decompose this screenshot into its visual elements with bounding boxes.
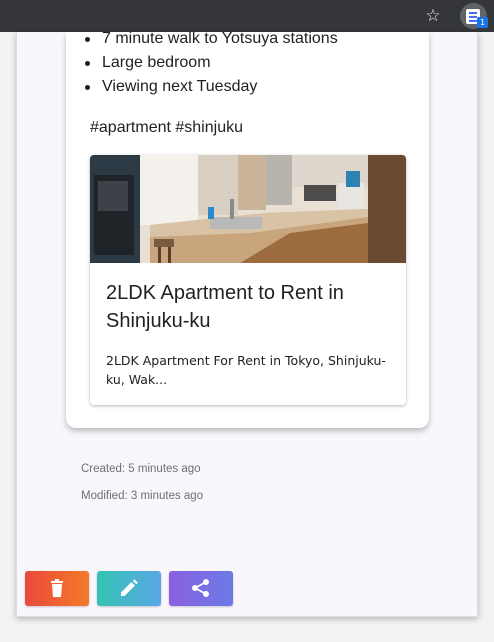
edit-button[interactable]	[97, 571, 161, 606]
list-item: Large bedroom	[85, 51, 338, 75]
extension-popup: 7 minute walk to Yotsuya stations Large …	[16, 32, 478, 617]
modified-timestamp: Modified: 3 minutes ago	[81, 490, 204, 502]
created-timestamp: Created: 5 minutes ago	[81, 463, 201, 475]
link-preview-description: 2LDK Apartment For Rent in Tokyo, Shinju…	[106, 353, 386, 387]
trash-icon	[51, 579, 63, 597]
browser-toolbar: ☆ 1	[0, 0, 494, 32]
share-icon	[192, 579, 209, 597]
note-tags: #apartment #shinjuku	[90, 119, 243, 136]
extension-button[interactable]: 1	[460, 3, 488, 29]
pencil-icon	[121, 579, 138, 596]
list-item: Viewing next Tuesday	[85, 75, 338, 99]
link-preview-title[interactable]: 2LDK Apartment to Rent in Shinjuku-ku	[106, 279, 392, 335]
note-bullet-list: 7 minute walk to Yotsuya stations Large …	[85, 32, 338, 99]
note-card: 7 minute walk to Yotsuya stations Large …	[66, 32, 429, 428]
share-button[interactable]	[169, 571, 233, 606]
delete-button[interactable]	[25, 571, 89, 606]
kitchen-photo	[90, 155, 406, 263]
list-item: 7 minute walk to Yotsuya stations	[85, 32, 338, 51]
link-preview-card[interactable]: 2LDK Apartment to Rent in Shinjuku-ku 2L…	[90, 155, 406, 405]
star-icon[interactable]: ☆	[422, 6, 444, 26]
extension-badge: 1	[477, 17, 488, 28]
